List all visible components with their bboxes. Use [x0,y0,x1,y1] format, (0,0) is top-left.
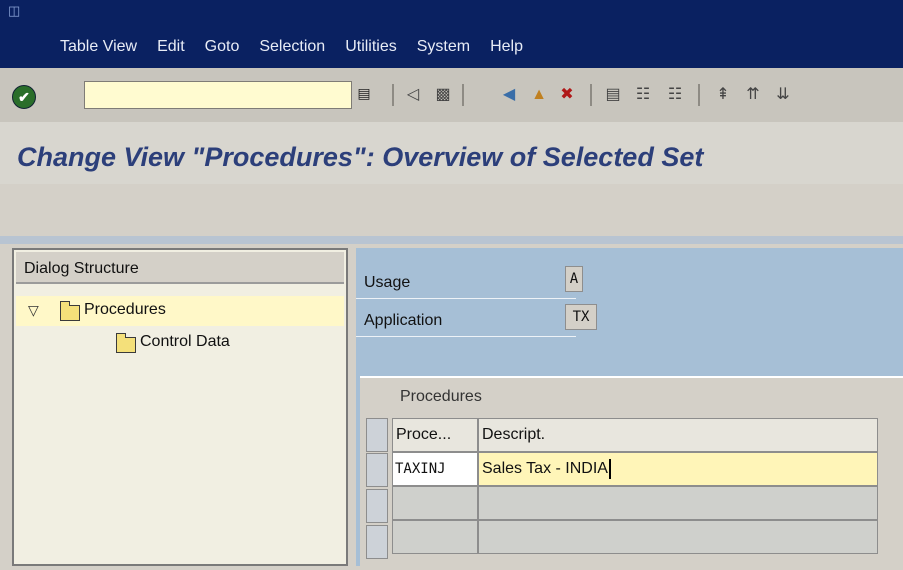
procedures-table: Proce... Descript. TAXINJ Sales Tax - IN… [366,418,878,570]
description-value: Sales Tax - INDIA [482,460,608,477]
menu-edit[interactable]: Edit [157,38,185,56]
application-toolbar [0,184,903,236]
menu-bar: ◫ Table View Edit Goto Selection Utiliti… [0,0,903,68]
menu-selection[interactable]: Selection [259,38,325,56]
tree-item-procedures[interactable]: ▽ Procedures [16,296,344,326]
procedure-value: TAXINJ [395,461,446,477]
usage-label: Usage [364,274,411,291]
select-all-button[interactable] [366,418,388,452]
empty-cell[interactable] [392,486,478,520]
expand-triangle-icon[interactable]: ▽ [28,302,39,319]
back-icon[interactable]: ◀ [498,84,520,106]
empty-cell[interactable] [478,520,878,554]
command-input[interactable] [85,82,351,108]
find-icon[interactable]: ☷ [632,84,654,106]
toolbar-separator [392,84,394,106]
find-next-icon[interactable]: ☷ [664,84,686,106]
column-header-procedure[interactable]: Proce... [392,418,478,452]
menu-goto[interactable]: Goto [205,38,240,56]
next-page-icon[interactable]: ⇊ [772,84,794,106]
tree-item-label[interactable]: Procedures [84,301,166,319]
menu-list: Table View Edit Goto Selection Utilities… [60,38,543,56]
command-field[interactable] [84,81,352,109]
area-divider [0,236,903,244]
folder-icon [116,333,136,353]
application-value: TX [565,304,597,330]
application-label: Application [364,312,443,329]
cancel-icon[interactable]: ✖ [556,84,578,106]
description-cell[interactable]: Sales Tax - INDIA [478,452,878,486]
dialog-structure-header: Dialog Structure [16,252,344,284]
dialog-structure-title: Dialog Structure [24,260,139,277]
row-selector[interactable] [366,489,388,523]
exit-icon[interactable]: ▲ [528,84,550,106]
table-title: Procedures [400,388,482,405]
menu-system[interactable]: System [417,38,470,56]
title-bar: Change View "Procedures": Overview of Se… [0,122,903,184]
procedure-cell[interactable]: TAXINJ [392,452,478,486]
menu-utilities[interactable]: Utilities [345,38,397,56]
save-icon[interactable]: ▩ [432,84,454,106]
system-menu-icon[interactable]: ◫ [8,4,24,18]
menu-table-view[interactable]: Table View [60,38,137,56]
open-folder-icon [60,301,80,321]
toolbar-separator [698,84,700,106]
row-selector[interactable] [366,525,388,559]
toolbar-separator [590,84,592,106]
empty-cell[interactable] [478,486,878,520]
content-panel: Usage A Application TX Procedures Proce.… [356,248,903,568]
page-title: Change View "Procedures": Overview of Se… [17,142,704,172]
toolbar-separator [462,84,464,106]
previous-page-icon[interactable]: ⇈ [742,84,764,106]
command-history-icon[interactable]: ▤ [356,85,372,105]
empty-cell[interactable] [392,520,478,554]
print-icon[interactable]: ▤ [602,84,624,106]
field-underline [356,298,576,299]
standard-toolbar: ✔ ▤ ◁ ▩ ◀ ▲ ✖ ▤ ☷ ☷ ⇞ ⇈ ⇊ [0,68,903,123]
enter-icon[interactable]: ✔ [12,85,36,109]
tree-item-control-data[interactable]: Control Data [16,328,344,358]
back-nav-icon[interactable]: ◁ [402,84,424,106]
tree-item-label[interactable]: Control Data [140,333,230,351]
row-selector[interactable] [366,453,388,487]
usage-value: A [565,266,583,292]
dialog-structure-panel: Dialog Structure ▽ Procedures Control Da… [12,248,348,566]
procedures-table-control: Procedures Proce... Descript. TAXINJ Sal… [360,376,903,568]
field-underline [356,336,576,337]
column-header-description[interactable]: Descript. [478,418,878,452]
text-cursor [608,458,611,479]
menu-help[interactable]: Help [490,38,523,56]
first-page-icon[interactable]: ⇞ [712,84,734,106]
